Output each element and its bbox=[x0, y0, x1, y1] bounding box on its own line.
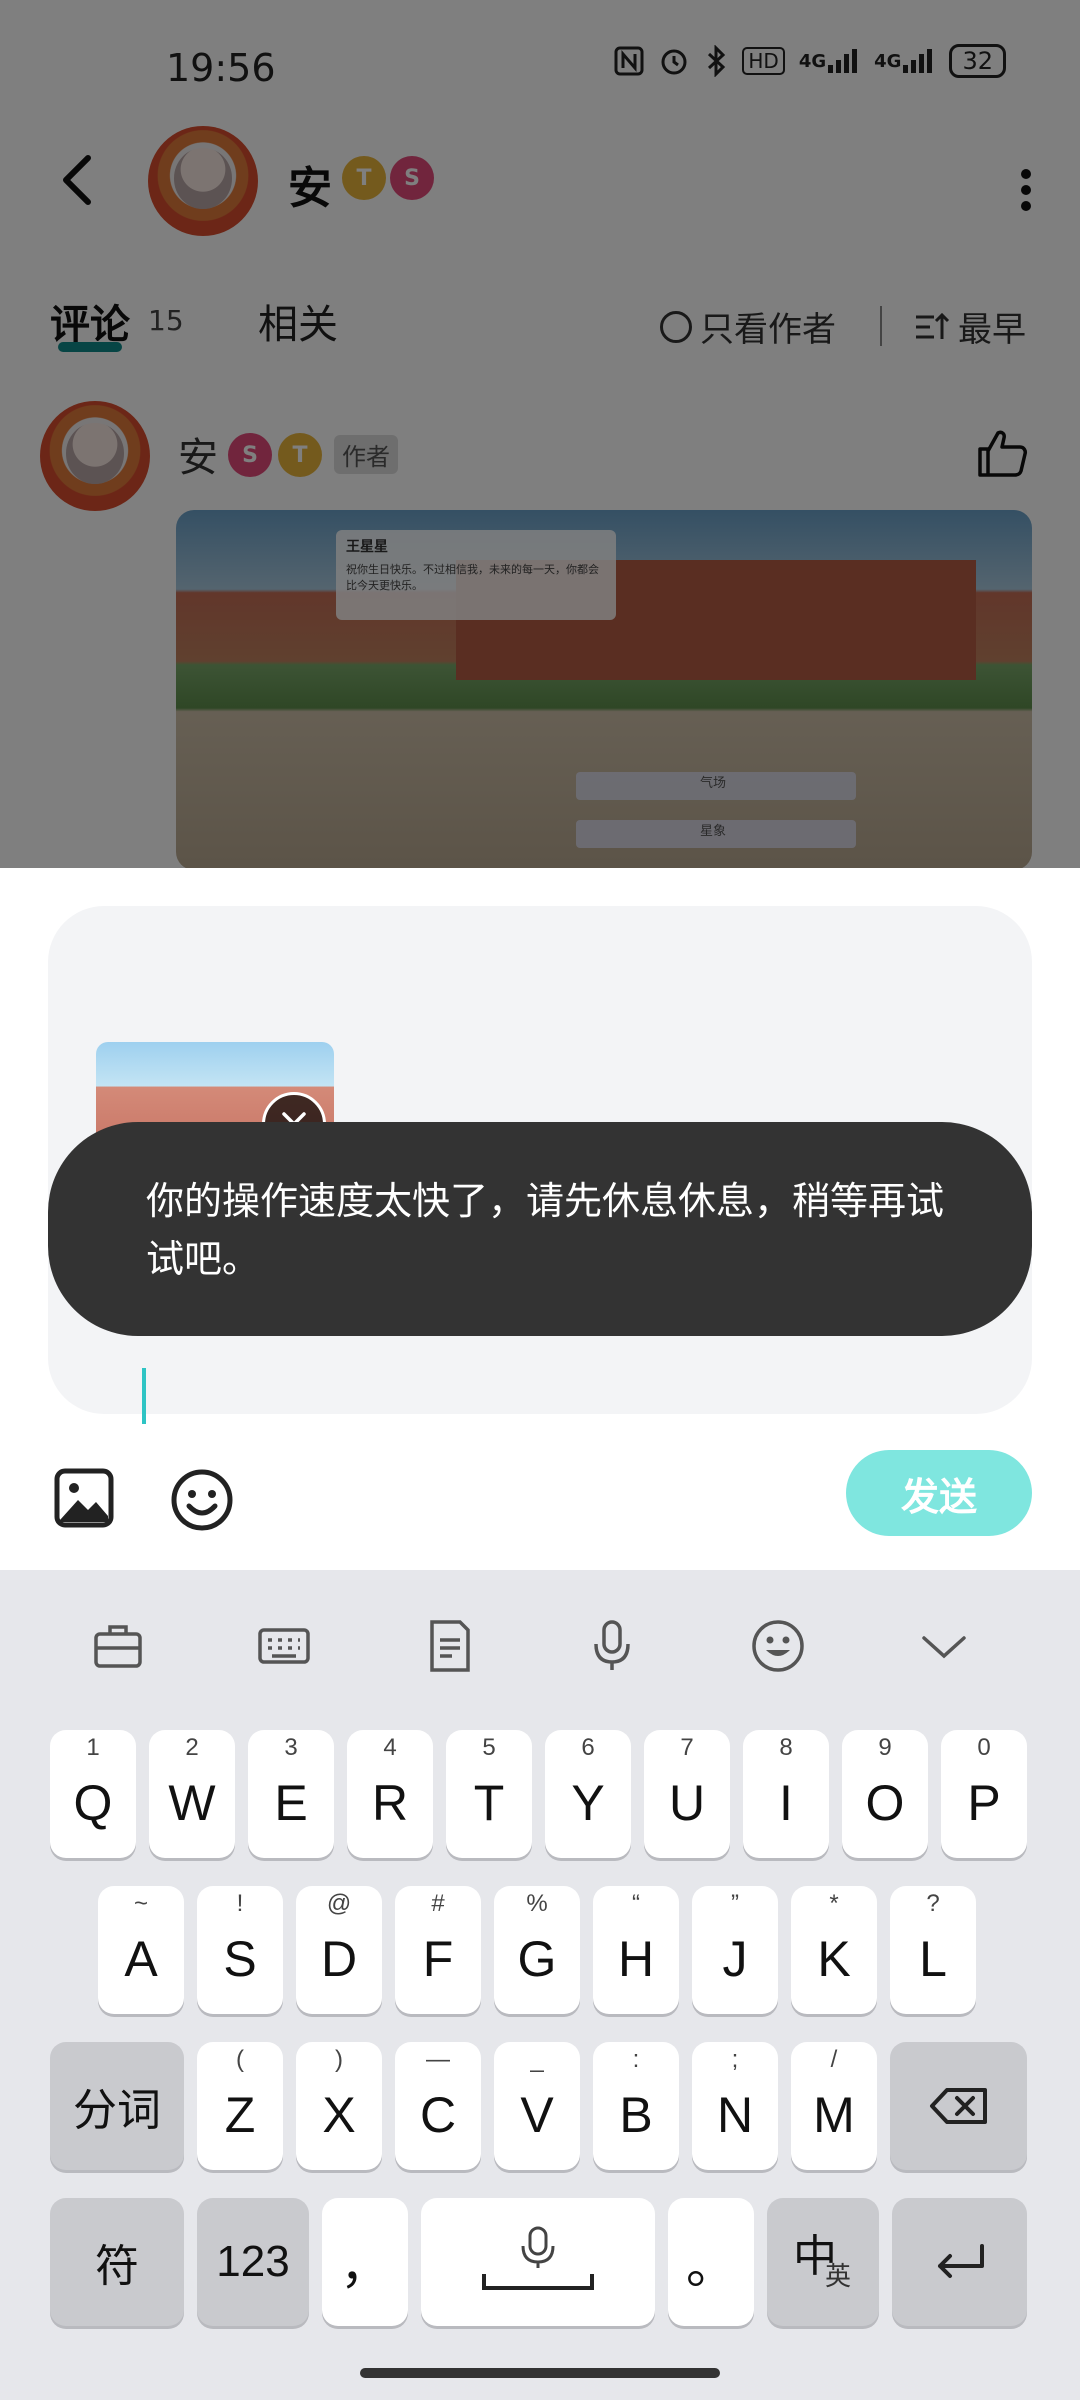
key-p[interactable]: 0P bbox=[941, 1730, 1027, 1858]
key-g[interactable]: % G bbox=[494, 1886, 580, 2014]
key-c[interactable]: — C bbox=[395, 2042, 481, 2170]
text-cursor bbox=[142, 1368, 146, 1424]
key-f[interactable]: # F bbox=[395, 1886, 481, 2014]
comma-key[interactable]: ， bbox=[322, 2198, 408, 2326]
key-u[interactable]: 7U bbox=[644, 1730, 730, 1858]
key-x[interactable]: ) X bbox=[296, 2042, 382, 2170]
keyboard-icon[interactable] bbox=[256, 1618, 312, 1674]
mic-icon[interactable] bbox=[584, 1618, 640, 1674]
key-m[interactable]: / M bbox=[791, 2042, 877, 2170]
period-key[interactable]: 。 bbox=[668, 2198, 754, 2326]
key-j[interactable]: ” J bbox=[692, 1886, 778, 2014]
key-t[interactable]: 5T bbox=[446, 1730, 532, 1858]
key-l[interactable]: ? L bbox=[890, 1886, 976, 2014]
dim-overlay[interactable] bbox=[0, 0, 1080, 868]
key-i[interactable]: 8I bbox=[743, 1730, 829, 1858]
language-switch-key[interactable]: 中 英 bbox=[767, 2198, 879, 2326]
key-z[interactable]: (Z bbox=[197, 2042, 283, 2170]
space-key[interactable] bbox=[421, 2198, 655, 2326]
key-n[interactable]: ; N bbox=[692, 2042, 778, 2170]
insert-image-button[interactable] bbox=[54, 1468, 114, 1528]
image-icon bbox=[54, 1468, 114, 1528]
home-indicator[interactable] bbox=[360, 2368, 720, 2378]
key-y[interactable]: 6Y bbox=[545, 1730, 631, 1858]
key-e[interactable]: 3E bbox=[248, 1730, 334, 1858]
post-detail-page: 19:56 HD 4G 4G 32 bbox=[0, 0, 1080, 868]
key-v[interactable]: _ V bbox=[494, 2042, 580, 2170]
key-d[interactable]: @ D bbox=[296, 1886, 382, 2014]
send-button[interactable]: 发送 bbox=[846, 1450, 1032, 1536]
backspace-key[interactable] bbox=[890, 2042, 1027, 2170]
key-o[interactable]: 9O bbox=[842, 1730, 928, 1858]
key-k[interactable]: * K bbox=[791, 1886, 877, 2014]
clipboard-icon[interactable] bbox=[422, 1618, 478, 1674]
emoji-icon bbox=[171, 1469, 233, 1531]
enter-icon bbox=[937, 2244, 984, 2278]
key-r[interactable]: 4R bbox=[347, 1730, 433, 1858]
symbols-key[interactable]: 符 bbox=[50, 2198, 184, 2326]
toast-message: 你的操作速度太快了，请先休息休息，稍等再试试吧。 bbox=[146, 1179, 945, 1281]
key-q[interactable]: 1Q bbox=[50, 1730, 136, 1858]
key-w[interactable]: 2W bbox=[149, 1730, 235, 1858]
numbers-key[interactable]: 123 bbox=[197, 2198, 309, 2326]
space-mic-icon bbox=[482, 2226, 594, 2290]
emoji-button[interactable] bbox=[170, 1468, 234, 1532]
collapse-icon[interactable] bbox=[916, 1618, 972, 1674]
keyboard-toolbar bbox=[0, 1570, 1080, 1720]
backspace-icon bbox=[929, 2088, 987, 2124]
key-s[interactable]: ! S bbox=[197, 1886, 283, 2014]
briefcase-icon[interactable] bbox=[90, 1618, 146, 1674]
enter-key[interactable] bbox=[892, 2198, 1027, 2326]
toast: 你的操作速度太快了，请先休息休息，稍等再试试吧。 bbox=[48, 1122, 1032, 1336]
key-a[interactable]: ~ A bbox=[98, 1886, 184, 2014]
soft-keyboard: 1Q 2W 3E 4R 5T 6Y 7U 8I 9O 0P ~ A ! S @ D #… bbox=[0, 1570, 1080, 2400]
key-b[interactable]: :B bbox=[593, 2042, 679, 2170]
key-h[interactable]: “H bbox=[593, 1886, 679, 2014]
segment-key[interactable]: 分词 bbox=[50, 2042, 184, 2170]
emoji-icon[interactable] bbox=[750, 1618, 806, 1674]
comment-composer: 你的操作速度太快了，请先休息休息，稍等再试试吧。 发送 bbox=[0, 868, 1080, 1570]
